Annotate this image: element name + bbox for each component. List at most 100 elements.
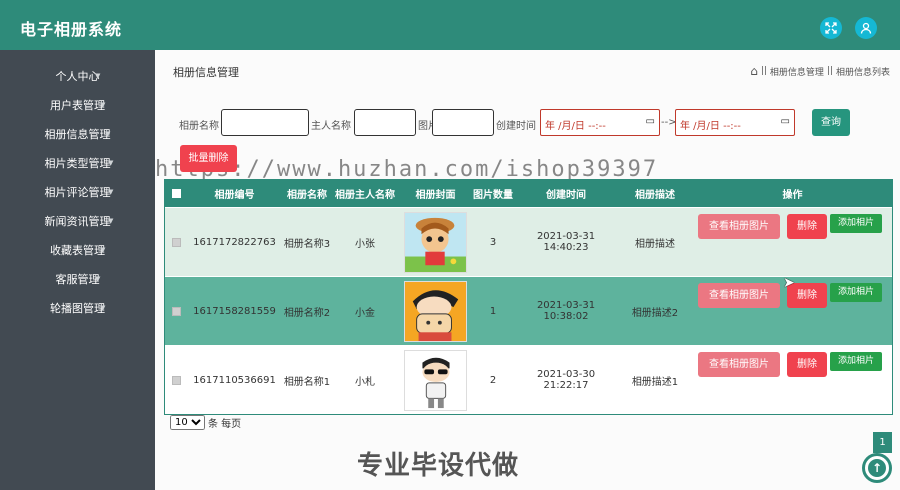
sidebar-item-label: 客服管理 <box>55 273 100 286</box>
breadcrumb-separator: || <box>760 66 767 76</box>
header-album-name: 相册名称 <box>287 190 327 201</box>
cell-cover <box>398 208 473 276</box>
search-button[interactable]: 查询 <box>812 109 850 136</box>
cell-owner-name: 小札 <box>355 376 375 388</box>
calendar-icon[interactable]: ▭ <box>646 116 655 127</box>
sidebar-item-users[interactable]: 用户表管理 ▼ <box>0 91 155 120</box>
header-create-time: 创建时间 <box>546 190 586 201</box>
album-name-input[interactable] <box>221 109 309 136</box>
owner-name-input[interactable] <box>354 109 416 136</box>
sidebar-item-label: 用户表管理 <box>50 99 105 112</box>
caret-down-icon: ▼ <box>108 217 114 225</box>
end-date-input[interactable]: 年 /月/日 --:-- ▭ <box>675 109 795 136</box>
sidebar-item-news[interactable]: 新闻资讯管理 ▼ <box>0 207 155 236</box>
sidebar-item-label: 收藏表管理 <box>50 244 105 257</box>
sidebar-item-customer-service[interactable]: 客服管理 ▼ <box>0 265 155 294</box>
sidebar-item-label: 新闻资讯管理 <box>44 215 111 228</box>
page-size-select[interactable]: 10 <box>170 415 205 430</box>
cell-album-name: 相册名称2 <box>283 307 331 319</box>
cell-album-name: 相册名称1 <box>283 376 331 388</box>
sidebar-item-photo-types[interactable]: 相片类型管理 ▼ <box>0 149 155 178</box>
date-placeholder: 年 /月/日 --:-- <box>680 121 741 132</box>
row-checkbox[interactable] <box>171 237 181 247</box>
cell-create-time: 2021-03-30 21:22:17 <box>536 369 596 391</box>
caret-down-icon: ▼ <box>95 275 101 283</box>
create-time-label: 创建时间 <box>496 121 536 132</box>
sidebar-item-label: 相册信息管理 <box>44 128 111 141</box>
add-photo-button[interactable]: 添加相片 <box>830 352 882 371</box>
back-to-top-button[interactable]: ↑ <box>862 453 892 483</box>
album-table: 相册编号 相册名称 相册主人名称 相册封面 图片数量 创建时间 相册描述 操作 … <box>164 179 893 415</box>
sidebar-item-label: 相片评论管理 <box>44 186 111 199</box>
sidebar-item-photo-comments[interactable]: 相片评论管理 ▼ <box>0 178 155 207</box>
header-photo-count: 图片数量 <box>473 190 513 201</box>
view-photos-button[interactable]: 查看相册图片 <box>698 214 780 239</box>
date-placeholder: 年 /月/日 --:-- <box>545 121 606 132</box>
breadcrumb-separator: || <box>826 66 833 76</box>
top-bar: 电子相册系统 <box>0 0 900 50</box>
view-photos-button[interactable]: 查看相册图片 <box>698 283 780 308</box>
owner-name-label: 主人名称 <box>311 121 351 132</box>
album-cover-image[interactable] <box>404 349 467 411</box>
sidebar-item-label: 轮播图管理 <box>50 302 105 315</box>
caret-down-icon: ▼ <box>95 72 101 80</box>
cell-cover <box>398 346 473 414</box>
user-icon[interactable] <box>855 17 877 39</box>
header-album-id: 相册编号 <box>214 190 255 201</box>
sidebar-item-personal-center[interactable]: 个人中心 ▼ <box>0 62 155 91</box>
select-all-cell <box>165 180 187 207</box>
promo-text: 专业毕设代做 <box>357 451 520 481</box>
photo-count-input[interactable] <box>432 109 494 136</box>
header-actions: 操作 <box>782 190 803 201</box>
home-icon[interactable]: ⌂ <box>750 64 758 78</box>
row-select-cell <box>165 346 187 414</box>
album-name-label: 相册名称 <box>179 121 219 132</box>
sidebar-item-label: 个人中心 <box>55 70 100 83</box>
row-checkbox[interactable] <box>171 306 181 316</box>
mouse-cursor-icon: ➤ <box>783 275 795 291</box>
album-cover-image[interactable] <box>404 211 467 273</box>
header-description: 相册描述 <box>635 190 675 201</box>
delete-button[interactable]: 删除 <box>787 214 827 239</box>
cell-owner-name: 小金 <box>355 307 375 319</box>
start-date-input[interactable]: 年 /月/日 --:-- ▭ <box>540 109 660 136</box>
cell-album-id: 1617110536691 <box>193 374 276 386</box>
per-page-label: 条 每页 <box>208 419 242 430</box>
add-photo-button[interactable]: 添加相片 <box>830 283 882 302</box>
sidebar-item-label: 相片类型管理 <box>44 157 111 170</box>
batch-delete-button[interactable]: 批量删除 <box>180 145 237 172</box>
cell-album-id: 1617172822763 <box>193 236 276 248</box>
delete-button[interactable]: 删除 <box>787 352 827 377</box>
cell-album-id: 1617158281559 <box>193 305 276 317</box>
sidebar-item-favorites[interactable]: 收藏表管理 ▼ <box>0 236 155 265</box>
caret-down-icon: ▼ <box>105 130 111 138</box>
app-title: 电子相册系统 <box>20 20 123 39</box>
cell-description: 相册描述 <box>635 238 675 250</box>
album-cover-image[interactable] <box>404 280 467 342</box>
expand-icon[interactable] <box>820 17 842 39</box>
caret-down-icon: ▼ <box>100 304 106 312</box>
view-photos-button[interactable]: 查看相册图片 <box>698 352 780 377</box>
cell-photo-count: 3 <box>489 236 497 248</box>
cell-photo-count: 2 <box>489 374 497 386</box>
select-all-checkbox[interactable] <box>171 189 181 198</box>
cell-owner-name: 小张 <box>355 238 375 250</box>
page-number-button[interactable]: 1 <box>873 432 892 453</box>
caret-down-icon: ▼ <box>100 101 106 109</box>
sidebar-item-carousel[interactable]: 轮播图管理 ▼ <box>0 294 155 323</box>
page-title: 相册信息管理 <box>173 66 239 79</box>
row-checkbox[interactable] <box>171 375 181 385</box>
breadcrumb-item: 相册信息列表 <box>835 67 890 78</box>
calendar-icon[interactable]: ▭ <box>781 116 790 127</box>
add-photo-button[interactable]: 添加相片 <box>830 214 882 233</box>
cell-cover <box>398 277 473 345</box>
sidebar-item-albums[interactable]: 相册信息管理 ▼ <box>0 120 155 149</box>
sidebar: 个人中心 ▼ 用户表管理 ▼ 相册信息管理 ▼ 相片类型管理 ▼ 相片评论管理 ▼ 新闻资… <box>0 50 155 490</box>
breadcrumb-item[interactable]: 相册信息管理 <box>770 65 824 78</box>
search-bar: 相册名称 主人名称 图片数量 创建时间 年 /月/日 --:--▭ --> 年 … <box>165 109 900 137</box>
cell-create-time: 2021-03-31 14:40:23 <box>536 231 596 253</box>
header-owner-name: 相册主人名称 <box>335 190 395 201</box>
row-select-cell <box>165 277 187 345</box>
header-cover: 相册封面 <box>415 190 456 201</box>
arrow-up-icon: ↑ <box>868 459 886 477</box>
